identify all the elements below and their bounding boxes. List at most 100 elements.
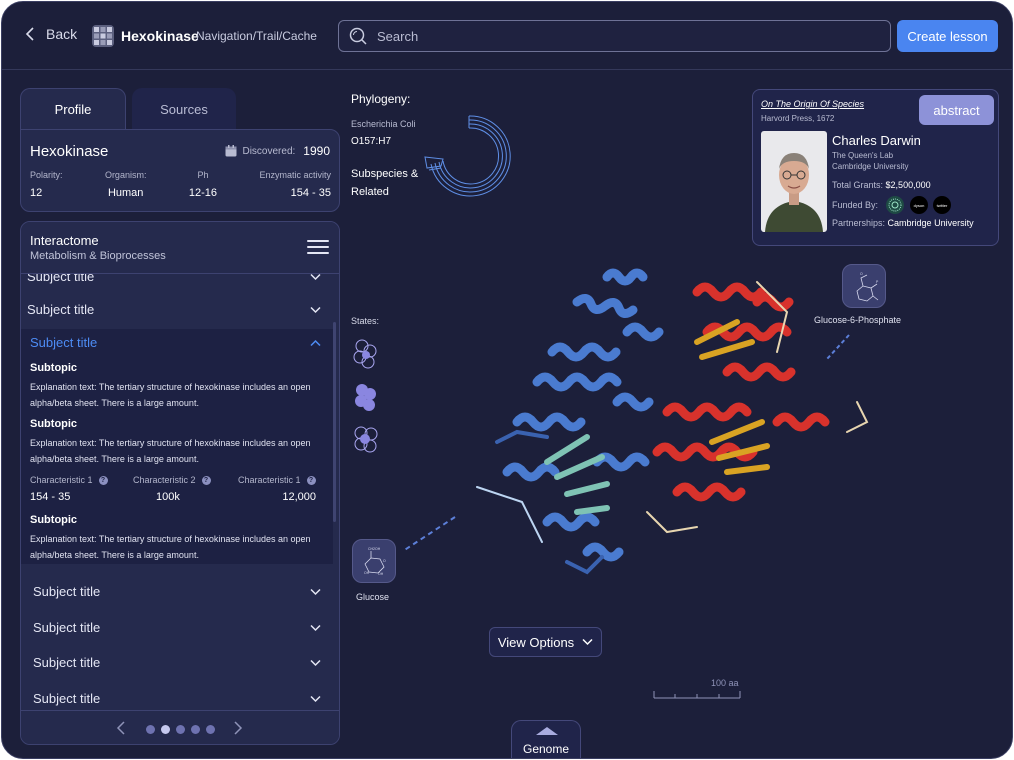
affiliation-line: The Queen's Lab: [832, 151, 894, 160]
create-lesson-button[interactable]: Create lesson: [897, 20, 998, 52]
phylogeny-ring-chart[interactable]: [423, 112, 515, 202]
funder-twitter-logo[interactable]: twitter: [933, 196, 951, 214]
grants-label: Total Grants:: [832, 180, 884, 190]
chevron-right-icon[interactable]: [233, 721, 243, 735]
funder-dyson-logo[interactable]: dyson: [910, 196, 928, 214]
breadcrumb[interactable]: Navigation/Trail/Cache: [196, 29, 317, 43]
chevron-down-icon: [310, 659, 321, 667]
characteristic-label: Characteristic 2: [133, 475, 196, 485]
characteristic-label: Characteristic 1: [30, 475, 93, 485]
author-name[interactable]: Charles Darwin: [832, 133, 921, 148]
glucose-molecule[interactable]: CH2OH OH OH O: [352, 539, 396, 583]
search-icon: [349, 27, 367, 45]
author-affiliation: The Queen's Lab Cambridge University: [832, 150, 908, 172]
search-input[interactable]: Search: [338, 20, 891, 52]
subject-title: Subject title: [33, 584, 101, 599]
subject-row[interactable]: Subject title: [21, 575, 333, 609]
expanded-subject-title[interactable]: Subject title: [30, 335, 97, 350]
glucose-6-phosphate-label: Glucose-6-Phosphate: [814, 315, 902, 325]
svg-text:CH2OH: CH2OH: [368, 547, 381, 551]
stat-label: Organism:: [104, 170, 147, 180]
question-icon[interactable]: ?: [306, 475, 316, 485]
glucose-label: Glucose: [356, 592, 390, 602]
page-dots: [146, 725, 215, 734]
characteristic-value: 12,000: [282, 491, 316, 503]
chevron-up-icon[interactable]: [310, 339, 321, 347]
stat-enzymatic-activity: Enzymatic activity 154 - 35: [259, 170, 331, 199]
stat-value: 12-16: [188, 187, 218, 199]
scrollbar[interactable]: [333, 322, 336, 522]
interactome-header: Interactome Metabolism & Bioprocesses: [21, 222, 339, 274]
expanded-subject: Subject title Subtopic Explanation text:…: [21, 329, 333, 564]
subtopic-title: Subtopic: [30, 418, 78, 430]
characteristic-1: Characteristic 1?: [30, 475, 108, 485]
state-1-icon[interactable]: [352, 338, 380, 372]
question-icon[interactable]: ?: [98, 475, 108, 485]
characteristic-3: Characteristic 1?: [238, 475, 316, 485]
phylogeny-label: Phylogeny:: [351, 92, 411, 106]
app-window: Back Hexokinase Navigation/Trail/Cache S…: [1, 1, 1013, 759]
protein-structure-image[interactable]: [457, 262, 887, 592]
chevron-left-icon[interactable]: [116, 721, 126, 735]
discovered-year: 1990: [303, 144, 330, 158]
page-dot[interactable]: [191, 725, 200, 734]
stat-value: Human: [107, 187, 144, 199]
characteristic-label: Characteristic 1: [238, 475, 301, 485]
chevron-left-icon: [25, 27, 34, 41]
back-button[interactable]: Back: [24, 26, 77, 42]
interactome-panel: Interactome Metabolism & Bioprocesses Su…: [20, 221, 340, 745]
subject-title: Subject title: [33, 691, 101, 706]
characteristic-value: 154 - 35: [30, 491, 71, 503]
hamburger-icon[interactable]: [307, 240, 329, 256]
page-dot[interactable]: [206, 725, 215, 734]
search-placeholder: Search: [377, 28, 419, 44]
funded-by-label: Funded By:: [832, 200, 879, 210]
citation-card: On The Origin Of Species Harvord Press, …: [752, 89, 999, 246]
state-2-icon[interactable]: [352, 382, 380, 416]
partnerships-label: Partnerships:: [832, 218, 886, 228]
genome-drawer-button[interactable]: Genome: [511, 720, 581, 758]
grants-value: $2,500,000: [885, 180, 931, 190]
interactome-title: Interactome: [30, 233, 99, 248]
profile-stats: Polarity: 12 Organism: Human Ph 12-16 Enzym…: [30, 170, 331, 199]
chevron-up-icon: [536, 727, 558, 735]
stat-label: Enzymatic activity: [259, 170, 331, 180]
page-dot[interactable]: [146, 725, 155, 734]
question-icon[interactable]: ?: [201, 475, 211, 485]
svg-text:O: O: [383, 559, 386, 563]
tab-profile[interactable]: Profile: [20, 88, 126, 130]
phylogeny-organism: Escherichia Coli: [351, 119, 416, 129]
genome-label: Genome: [522, 742, 570, 756]
chevron-down-icon: [310, 695, 321, 703]
page-dot-active[interactable]: [161, 725, 170, 734]
stat-ph: Ph 12-16: [189, 170, 217, 199]
partnerships: Partnerships: Cambridge University: [832, 218, 974, 228]
chevron-down-icon: [582, 638, 593, 646]
phylogeny-subspecies: Subspecies & Related: [351, 168, 419, 198]
abstract-button[interactable]: abstract: [919, 95, 994, 125]
back-label: Back: [46, 26, 78, 42]
glucose-6-phosphate-molecule[interactable]: OP: [842, 264, 886, 308]
funder-logo-icon[interactable]: [886, 196, 904, 214]
subject-title: Subject title: [33, 655, 101, 670]
app-title: Hexokinase: [121, 28, 199, 44]
stat-label: Ph: [197, 170, 209, 180]
pagination: [21, 710, 339, 744]
discovered-info: Discovered: 1990: [225, 144, 330, 158]
phylogeny-strain: O157:H7: [351, 136, 392, 147]
page-dot[interactable]: [176, 725, 185, 734]
view-options-dropdown[interactable]: View Options: [489, 627, 602, 657]
calendar-icon: [225, 145, 237, 157]
tab-sources[interactable]: Sources: [132, 88, 236, 130]
characteristic-value: 100k: [156, 491, 180, 503]
subject-row[interactable]: Subject title: [21, 293, 333, 327]
svg-text:O: O: [860, 272, 863, 276]
subject-row[interactable]: Subject title: [21, 611, 333, 645]
subject-row[interactable]: Subject title: [21, 646, 333, 680]
subtopic-text: Explanation text: The tertiary structure…: [30, 438, 311, 464]
citation-title[interactable]: On The Origin Of Species: [761, 99, 864, 109]
subtopic-title: Subtopic: [30, 514, 78, 526]
affiliation-line: Cambridge University: [832, 162, 909, 171]
state-3-icon[interactable]: [352, 424, 380, 458]
svg-text:OH: OH: [364, 571, 370, 575]
